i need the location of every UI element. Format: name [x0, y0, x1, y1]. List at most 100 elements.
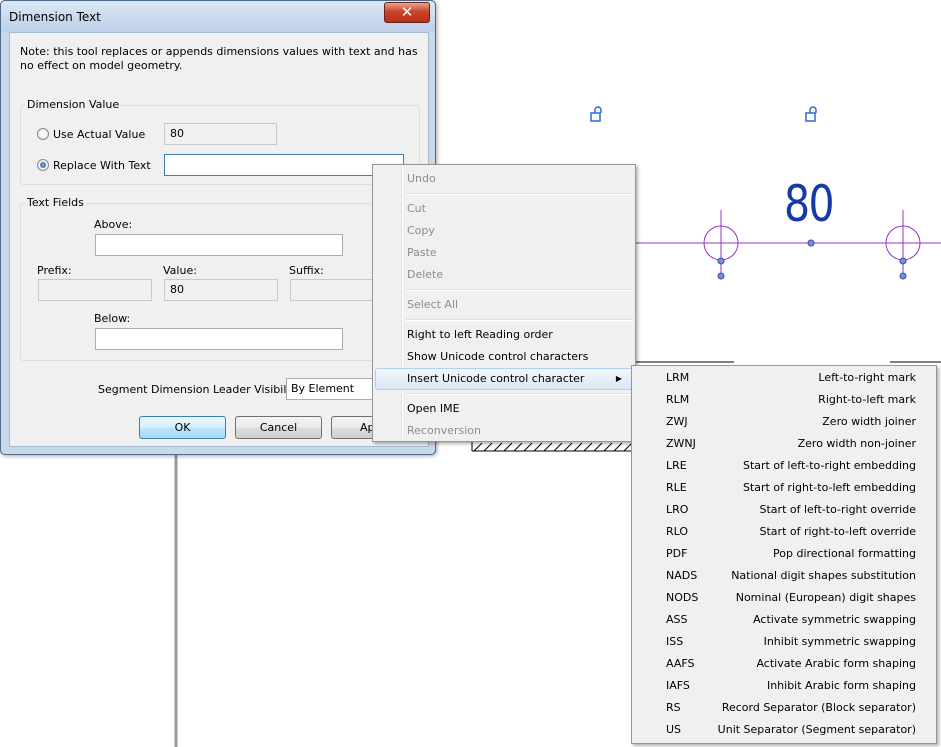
suffix-label: Suffix: — [289, 264, 324, 277]
control-description: Zero width non-joiner — [797, 437, 916, 450]
above-input[interactable] — [95, 234, 343, 256]
submenu-item-aafs[interactable]: AAFS Activate Arabic form shaping — [634, 653, 934, 675]
value-field: 80 — [164, 279, 278, 301]
control-code: IAFS — [666, 679, 690, 692]
control-description: National digit shapes substitution — [731, 569, 916, 582]
below-label: Below: — [94, 312, 131, 325]
submenu-item-zwnj[interactable]: ZWNJ Zero width non-joiner — [634, 433, 934, 455]
control-code: AAFS — [666, 657, 695, 670]
control-description: Pop directional formatting — [773, 547, 916, 560]
submenu-item-nads[interactable]: NADS National digit shapes substitution — [634, 565, 934, 587]
submenu-item-us[interactable]: US Unit Separator (Segment separator) — [634, 719, 934, 741]
control-code: RLE — [666, 481, 687, 494]
submenu-item-nods[interactable]: NODS Nominal (European) digit shapes — [634, 587, 934, 609]
leader-visibility-label: Segment Dimension Leader Visibility: — [98, 383, 304, 396]
menu-item-right-to-left[interactable]: Right to left Reading order — [375, 324, 633, 346]
control-code: LRO — [666, 503, 689, 516]
close-icon: ✕ — [400, 3, 414, 21]
above-label: Above: — [94, 218, 133, 231]
lock-icon — [590, 106, 602, 122]
grip-point — [717, 257, 725, 265]
submenu-item-ass[interactable]: ASS Activate symmetric swapping — [634, 609, 934, 631]
control-description: Nominal (European) digit shapes — [735, 591, 916, 604]
control-code: ZWNJ — [666, 437, 696, 450]
dialog-body: Note: this tool replaces or appends dime… — [9, 32, 429, 447]
below-input[interactable] — [95, 328, 343, 350]
control-description: Unit Separator (Segment separator) — [717, 723, 916, 736]
submenu-item-lro[interactable]: LRO Start of left-to-right override — [634, 499, 934, 521]
lock-icon — [805, 106, 817, 122]
control-code: PDF — [666, 547, 688, 560]
control-description: Activate symmetric swapping — [753, 613, 916, 626]
control-code: US — [666, 723, 682, 736]
menu-item-undo[interactable]: Undo — [375, 168, 633, 190]
menu-item-open-ime[interactable]: Open IME — [375, 398, 633, 420]
close-button[interactable]: ✕ — [384, 2, 430, 23]
menu-item-paste[interactable]: Paste — [375, 242, 633, 264]
control-code: RS — [666, 701, 681, 714]
group-label: Text Fields — [25, 196, 86, 209]
control-description: Left-to-right mark — [818, 371, 916, 384]
control-code: LRE — [666, 459, 687, 472]
use-actual-value-radio[interactable] — [37, 128, 49, 140]
ok-button[interactable]: OK — [139, 416, 226, 439]
menu-item-insert-unicode[interactable]: Insert Unicode control character ▶ — [375, 368, 633, 390]
submenu-item-rlo[interactable]: RLO Start of right-to-left override — [634, 521, 934, 543]
dimension-text-dialog: Dimension Text ✕ Note: this tool replace… — [0, 0, 436, 455]
control-description: Record Separator (Block separator) — [721, 701, 916, 714]
prefix-field — [38, 279, 152, 301]
submenu-item-lre[interactable]: LRE Start of left-to-right embedding — [634, 455, 934, 477]
control-code: LRM — [666, 371, 690, 384]
unicode-control-submenu: LRM Left-to-right mark RLM Right-to-left m… — [631, 365, 937, 744]
context-menu: Undo Cut Copy Paste Delete Select All Ri… — [372, 164, 636, 442]
menu-item-show-unicode[interactable]: Show Unicode control characters — [375, 346, 633, 368]
leader-visibility-value: By Element — [291, 382, 355, 395]
prefix-label: Prefix: — [37, 264, 72, 277]
submenu-item-pdf[interactable]: PDF Pop directional formatting — [634, 543, 934, 565]
control-description: Right-to-left mark — [818, 393, 916, 406]
control-code: NADS — [666, 569, 698, 582]
submenu-arrow-icon: ▶ — [615, 374, 622, 383]
grip-point — [899, 272, 907, 280]
dimension-value-group: Dimension Value Use Actual Value 80 Repl… — [20, 98, 420, 185]
menu-separator — [405, 319, 633, 321]
control-code: ISS — [666, 635, 684, 648]
grip-point — [807, 239, 815, 247]
control-description: Start of left-to-right override — [759, 503, 916, 516]
replace-with-text-label[interactable]: Replace With Text — [53, 159, 151, 172]
menu-separator — [405, 289, 633, 291]
control-code: NODS — [666, 591, 699, 604]
menu-separator — [405, 393, 633, 395]
control-code: ASS — [666, 613, 688, 626]
dimension-value-text[interactable]: 80 — [784, 175, 835, 233]
submenu-item-rle[interactable]: RLE Start of right-to-left embedding — [634, 477, 934, 499]
control-code: ZWJ — [666, 415, 688, 428]
menu-item-reconversion[interactable]: Reconversion — [375, 420, 633, 442]
dialog-titlebar[interactable]: Dimension Text ✕ — [1, 1, 435, 32]
value-label: Value: — [163, 264, 197, 277]
submenu-item-rs[interactable]: RS Record Separator (Block separator) — [634, 697, 934, 719]
control-description: Start of right-to-left override — [759, 525, 916, 538]
control-code: RLM — [666, 393, 690, 406]
replace-with-text-input[interactable] — [164, 154, 404, 176]
menu-item-select-all[interactable]: Select All — [375, 294, 633, 316]
submenu-item-zwj[interactable]: ZWJ Zero width joiner — [634, 411, 934, 433]
text-fields-group: Text Fields Above: Prefix: Value: 80 Suf… — [20, 196, 420, 361]
control-description: Start of right-to-left embedding — [742, 481, 916, 494]
replace-with-text-radio[interactable] — [37, 159, 49, 171]
control-description: Inhibit Arabic form shaping — [766, 679, 916, 692]
use-actual-value-label[interactable]: Use Actual Value — [53, 128, 145, 141]
actual-value-field: 80 — [164, 123, 277, 145]
menu-item-delete[interactable]: Delete — [375, 264, 633, 286]
menu-item-copy[interactable]: Copy — [375, 220, 633, 242]
dialog-title: Dimension Text — [9, 10, 101, 24]
note-text: Note: this tool replaces or appends dime… — [20, 45, 418, 72]
submenu-item-lrm[interactable]: LRM Left-to-right mark — [634, 367, 934, 389]
cancel-button[interactable]: Cancel — [235, 416, 322, 439]
menu-item-cut[interactable]: Cut — [375, 198, 633, 220]
submenu-item-rlm[interactable]: RLM Right-to-left mark — [634, 389, 934, 411]
submenu-item-iafs[interactable]: IAFS Inhibit Arabic form shaping — [634, 675, 934, 697]
submenu-item-iss[interactable]: ISS Inhibit symmetric swapping — [634, 631, 934, 653]
grip-point — [717, 272, 725, 280]
menu-separator — [405, 193, 633, 195]
